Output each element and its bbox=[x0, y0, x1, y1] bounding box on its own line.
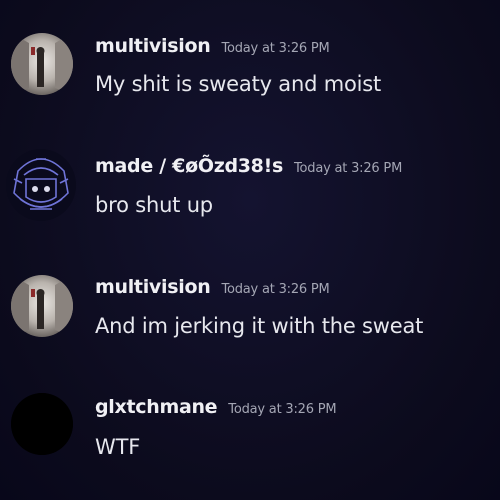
chat-message-list: multivision Today at 3:26 PM My shit is … bbox=[0, 0, 500, 500]
timestamp: Today at 3:26 PM bbox=[293, 161, 403, 176]
username[interactable]: made / €øÕzd38!s bbox=[95, 155, 283, 177]
timestamp: Today at 3:26 PM bbox=[228, 402, 337, 417]
timestamp: Today at 3:26 PM bbox=[221, 282, 330, 297]
message-text: bro shut up bbox=[95, 193, 213, 217]
hallway-figure-avatar-icon bbox=[11, 275, 73, 337]
message-text: And im jerking it with the sweat bbox=[95, 314, 424, 338]
message-header: made / €øÕzd38!s Today at 3:26 PM bbox=[95, 155, 402, 177]
black-avatar-icon bbox=[11, 393, 73, 455]
message-header: glxtchmane Today at 3:26 PM bbox=[95, 396, 337, 418]
user-avatar[interactable] bbox=[11, 393, 73, 455]
message-header: multivision Today at 3:26 PM bbox=[95, 276, 330, 298]
message-item: glxtchmane Today at 3:26 PM WTF bbox=[0, 0, 500, 459]
user-avatar[interactable] bbox=[11, 275, 73, 337]
message-text: WTF bbox=[95, 435, 141, 459]
username[interactable]: glxtchmane bbox=[95, 396, 218, 418]
user-avatar[interactable] bbox=[6, 149, 76, 221]
username[interactable]: multivision bbox=[95, 276, 211, 298]
helmet-line-art-avatar-icon bbox=[6, 149, 76, 221]
